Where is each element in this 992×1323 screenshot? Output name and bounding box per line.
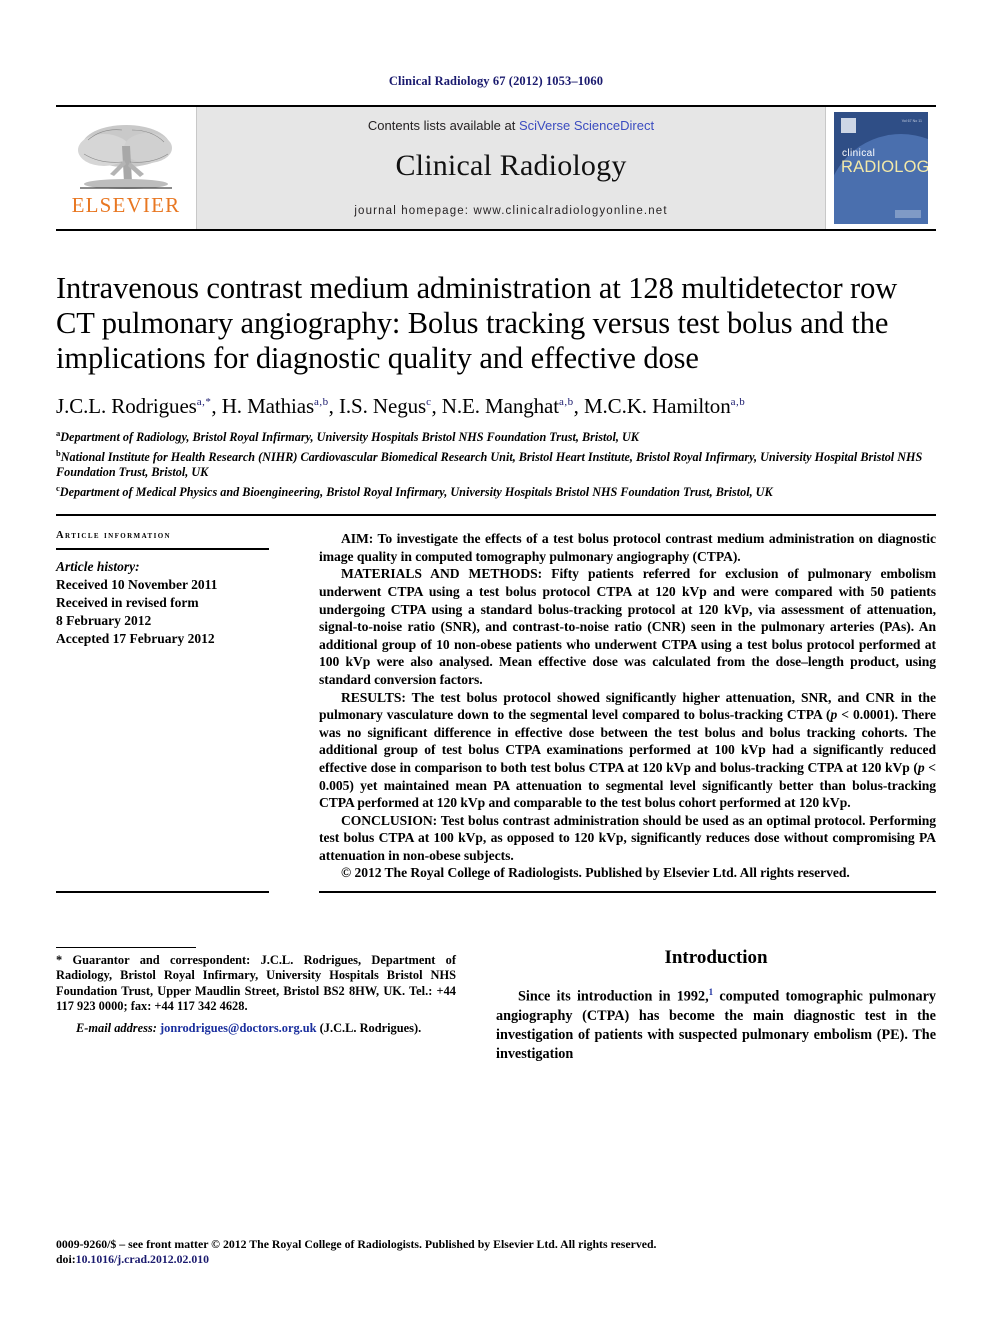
- left-column: * Guarantor and correspondent: J.C.L. Ro…: [56, 947, 496, 1064]
- contents-available-line: Contents lists available at SciVerse Sci…: [197, 118, 825, 133]
- abstract-methods-text: Fifty patients referred for exclusion of…: [319, 566, 936, 687]
- abstract-methods-paragraph: MATERIALS AND METHODS: Fifty patients re…: [319, 565, 936, 688]
- article-information-heading: ARTICLE INFORMATION: [56, 530, 171, 542]
- email-label: E-mail address:: [76, 1020, 157, 1035]
- sciencedirect-link[interactable]: SciVerse ScienceDirect: [519, 118, 654, 133]
- email-link[interactable]: jonrodrigues@doctors.org.uk: [160, 1021, 317, 1035]
- abstract-conclusion-label: CONCLUSION:: [341, 812, 438, 828]
- running-head: Clinical Radiology 67 (2012) 1053–1060: [388, 74, 604, 88]
- footnote-divider: [56, 947, 196, 949]
- article-history-item: Received 10 November 2011: [56, 577, 218, 593]
- corresponding-author-email-line: E-mail address: jonrodrigues@doctors.org…: [56, 1021, 456, 1036]
- doi-line: doi:10.1016/j.crad.2012.02.010: [56, 1252, 936, 1267]
- article-history-item: Received in revised form: [56, 595, 199, 611]
- publisher-logo-container[interactable]: ELSEVIER: [56, 107, 197, 229]
- author-separator: ,: [211, 394, 222, 418]
- author-name: M.C.K. Hamilton: [583, 394, 731, 418]
- abstract-copyright: © 2012 The Royal College of Radiologists…: [341, 865, 850, 881]
- introduction-paragraph: Since its introduction in 1992,1 compute…: [496, 983, 936, 1064]
- body-columns: * Guarantor and correspondent: J.C.L. Ro…: [56, 947, 936, 1064]
- elsevier-wordmark: ELSEVIER: [71, 193, 181, 217]
- elsevier-tree-icon: [74, 120, 178, 194]
- elsevier-logo[interactable]: ELSEVIER: [68, 120, 184, 216]
- abstract-results-label: RESULTS:: [341, 689, 406, 705]
- intro-text-part1: Since its introduction in 1992,: [518, 988, 709, 1005]
- journal-title: Clinical Radiology: [395, 148, 627, 182]
- author-name: H. Mathias: [221, 394, 315, 418]
- abstract-bottom-divider: [319, 891, 936, 894]
- affiliation-item: aDepartment of Radiology, Bristol Royal …: [56, 426, 936, 446]
- abstract-bottom-divider-wrap: [301, 891, 936, 894]
- abstract-aim-label: AIM:: [341, 531, 374, 547]
- author-affiliation-marks: a,b: [730, 396, 746, 408]
- author-entry: M.C.K. Hamiltona,b: [584, 394, 745, 418]
- cover-issue-label: Vol 67 No 11: [901, 119, 922, 123]
- info-bottom-divider: [56, 891, 269, 894]
- journal-cover-container[interactable]: Vol 67 No 11 clinical RADIOLOGY: [825, 107, 936, 229]
- abstract-conclusion-paragraph: CONCLUSION: Test bolus contrast administ…: [319, 812, 936, 865]
- author-name: I.S. Negus: [338, 394, 427, 418]
- abstract-bottom-dividers: [56, 891, 936, 894]
- author-separator: ,: [328, 394, 339, 418]
- author-list: J.C.L. Rodriguesa,*, H. Mathiasa,b, I.S.…: [56, 394, 936, 419]
- affiliation-item: cDepartment of Medical Physics and Bioen…: [56, 481, 936, 501]
- journal-article-page: Clinical Radiology 67 (2012) 1053–1060 E…: [0, 0, 992, 1323]
- author-entry: N.E. Manghata,b: [442, 394, 574, 418]
- email-owner: (J.C.L. Rodrigues).: [319, 1020, 422, 1035]
- affiliation-list: aDepartment of Radiology, Bristol Royal …: [56, 426, 936, 500]
- journal-homepage-link[interactable]: journal homepage: www.clinicalradiologyo…: [197, 205, 825, 217]
- cover-publisher-mark-icon: [895, 210, 921, 218]
- issn-copyright-line: 0009-9260/$ – see front matter © 2012 Th…: [56, 1237, 657, 1251]
- right-column: Introduction Since its introduction in 1…: [496, 947, 936, 1064]
- affiliation-text: Department of Radiology, Bristol Royal I…: [60, 430, 639, 445]
- author-name: N.E. Manghat: [441, 394, 559, 418]
- cover-title-line2: RADIOLOGY: [841, 158, 928, 176]
- abstract-pvalue-symbol: p: [917, 759, 925, 775]
- info-bottom-divider-wrap: [56, 891, 301, 894]
- doi-label: doi:: [56, 1252, 76, 1266]
- author-separator: ,: [573, 394, 584, 418]
- author-affiliation-marks: a,b: [558, 396, 574, 408]
- author-entry: J.C.L. Rodriguesa,*: [56, 394, 211, 418]
- affiliation-text: Department of Medical Physics and Bioeng…: [59, 484, 773, 499]
- contents-prefix-text: Contents lists available at: [367, 117, 519, 133]
- title-block: Intravenous contrast medium administrati…: [56, 231, 936, 500]
- doi-link[interactable]: 10.1016/j.crad.2012.02.010: [76, 1252, 209, 1266]
- author-separator: ,: [431, 394, 442, 418]
- info-and-abstract: ARTICLE INFORMATION Article history: Rec…: [56, 530, 936, 882]
- journal-masthead: ELSEVIER Contents lists available at Sci…: [56, 105, 936, 231]
- affiliation-text: National Institute for Health Research (…: [56, 449, 923, 480]
- author-affiliation-marks: a,b: [314, 396, 329, 408]
- corresponding-author-footnote: * Guarantor and correspondent: J.C.L. Ro…: [56, 953, 456, 1014]
- author-entry: I.S. Negusc: [339, 394, 431, 418]
- introduction-heading: Introduction: [664, 947, 768, 969]
- abstract-methods-label: MATERIALS AND METHODS:: [341, 566, 543, 582]
- page-footer: 0009-9260/$ – see front matter © 2012 Th…: [56, 1237, 936, 1267]
- article-information-divider: [56, 548, 269, 551]
- author-name: J.C.L. Rodrigues: [56, 394, 197, 418]
- header-divider: [56, 514, 936, 517]
- article-history-item: Accepted 17 February 2012: [56, 631, 215, 647]
- abstract-aim-text: To investigate the effects of a test bol…: [319, 531, 936, 564]
- abstract-results-paragraph: RESULTS: The test bolus protocol showed …: [319, 689, 936, 812]
- article-information-panel: ARTICLE INFORMATION Article history: Rec…: [56, 530, 301, 882]
- article-history-label: Article history:: [56, 559, 140, 575]
- author-entry: H. Mathiasa,b: [222, 394, 329, 418]
- abstract-panel: AIM: To investigate the effects of a tes…: [301, 530, 936, 882]
- article-history-item: 8 February 2012: [56, 613, 152, 629]
- abstract-aim-paragraph: AIM: To investigate the effects of a tes…: [319, 530, 936, 565]
- affiliation-item: bNational Institute for Health Research …: [56, 446, 936, 481]
- article-title: Intravenous contrast medium administrati…: [56, 271, 898, 375]
- author-affiliation-marks: a,*: [196, 396, 212, 408]
- journal-cover-thumbnail[interactable]: Vol 67 No 11 clinical RADIOLOGY: [834, 112, 928, 224]
- masthead-center: Contents lists available at SciVerse Sci…: [197, 107, 825, 229]
- cover-elsevier-icon: [841, 118, 856, 133]
